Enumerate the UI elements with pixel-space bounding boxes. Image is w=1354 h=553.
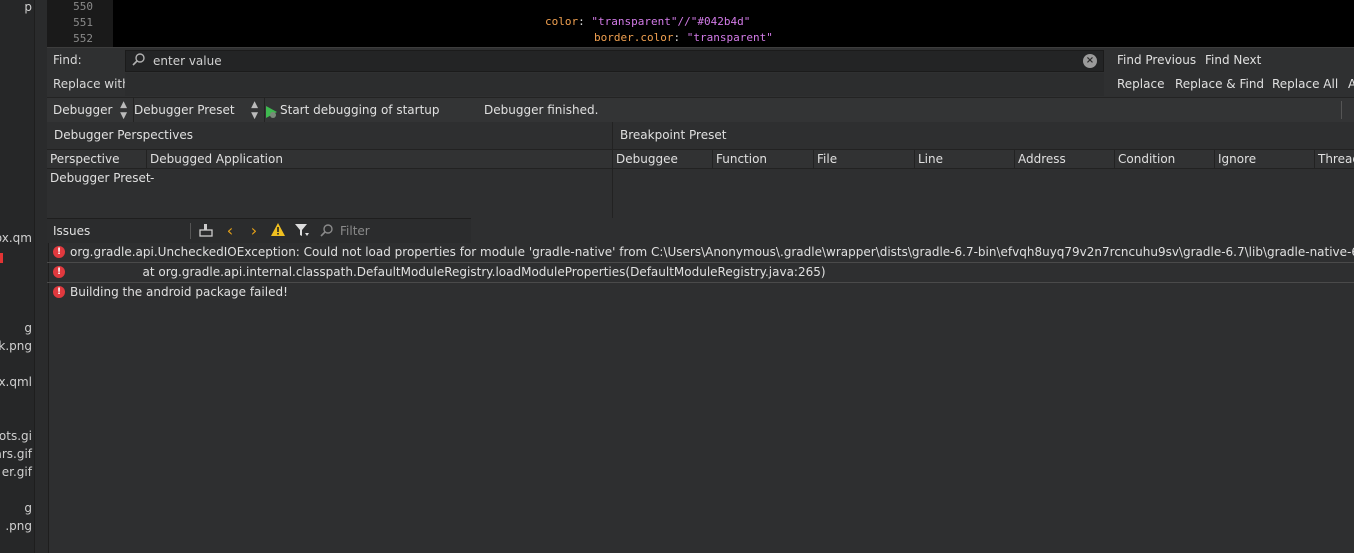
tree-item[interactable]: p xyxy=(24,0,32,14)
tree-item[interactable]: dots.gi xyxy=(0,429,32,443)
replace-all-button[interactable]: Replace All xyxy=(1272,77,1338,91)
issue-text: org.gradle.api.UncheckedIOException: Cou… xyxy=(70,245,1354,259)
tree-item[interactable]: g xyxy=(24,501,32,515)
issues-toolbar: Issues ‹ › Filter xyxy=(47,218,471,243)
issue-text: at org.gradle.api.internal.classpath.Def… xyxy=(70,265,826,279)
combo-value: Debugger xyxy=(53,103,113,117)
replace-find-button[interactable]: Replace & Find xyxy=(1175,77,1264,91)
updown-arrows-icon: ▲ ▼ xyxy=(251,100,258,121)
column-header[interactable]: Debuggee xyxy=(613,150,713,168)
column-header[interactable]: Debugged Application xyxy=(147,150,612,168)
issue-row[interactable]: ! Building the android package failed! xyxy=(47,283,1354,302)
replace-input[interactable] xyxy=(125,73,1104,96)
column-header[interactable]: Line xyxy=(915,150,1015,168)
column-header[interactable]: Thread xyxy=(1315,150,1354,168)
issue-row[interactable]: ! at org.gradle.api.internal.classpath.D… xyxy=(47,263,1354,283)
issue-text: Building the android package failed! xyxy=(70,285,288,299)
clear-icon[interactable]: × xyxy=(1083,54,1097,68)
column-header[interactable]: Condition xyxy=(1115,150,1215,168)
search-icon xyxy=(320,223,334,240)
issue-row[interactable]: ! org.gradle.api.UncheckedIOException: C… xyxy=(47,243,1354,263)
start-debugging-button[interactable]: Start debugging of startup project xyxy=(265,98,470,141)
debugger-perspectives-pane: Debugger Perspectives Perspective Debugg… xyxy=(47,122,613,218)
code-string: "transparent" xyxy=(686,31,773,44)
column-header[interactable]: File xyxy=(814,150,915,168)
column-header[interactable]: Ignore xyxy=(1215,150,1315,168)
column-header[interactable]: Perspective xyxy=(47,150,147,168)
line-number: 551 xyxy=(73,16,93,29)
tree-item[interactable]: g xyxy=(24,321,32,335)
code-line: color: "transparent"//"#042b4d" xyxy=(545,15,751,28)
error-icon: ! xyxy=(53,246,65,258)
error-icon: ! xyxy=(53,286,65,298)
debugger-engine-combo[interactable]: Debugger ▲ ▼ xyxy=(47,98,134,122)
filter-input[interactable]: Filter xyxy=(340,219,370,243)
find-previous-button[interactable]: Find Previous xyxy=(1117,53,1196,67)
code-line: border.color: "transparent" xyxy=(594,31,773,44)
code-editor[interactable]: 550 551 552 color: "transparent"//"#042b… xyxy=(47,0,1354,47)
combo-value: Debugger Preset xyxy=(134,103,235,117)
code-property: color xyxy=(545,15,579,28)
code-comment: //"#042b4d" xyxy=(677,15,751,28)
line-number: 552 xyxy=(73,32,93,45)
breakpoint-preset-pane: Breakpoint Preset Debuggee Function File… xyxy=(613,122,1354,218)
clean-icon[interactable] xyxy=(198,223,214,239)
warning-filter-icon[interactable] xyxy=(270,223,286,239)
issues-title: Issues xyxy=(53,224,91,238)
column-header[interactable]: Address xyxy=(1015,150,1115,168)
find-next-button[interactable]: Find Next xyxy=(1205,53,1261,67)
column-header[interactable]: Function xyxy=(713,150,814,168)
line-number: 550 xyxy=(73,0,93,13)
error-marker xyxy=(0,253,3,263)
toolbar-separator xyxy=(190,223,191,239)
tree-item[interactable]: k.png xyxy=(0,339,32,353)
pane-title: Breakpoint Preset xyxy=(613,122,1354,150)
previous-icon[interactable]: ‹ xyxy=(222,223,238,239)
table-cell[interactable]: - xyxy=(147,169,154,187)
updown-arrows-icon: ▲ ▼ xyxy=(120,100,127,121)
issues-toolbar-spacer xyxy=(471,218,1354,242)
replace-label: Replace with: xyxy=(53,77,134,91)
filter-icon[interactable] xyxy=(294,223,310,239)
tree-item[interactable]: x.qml xyxy=(0,375,32,389)
line-number-gutter: 550 551 552 xyxy=(47,0,113,47)
tree-item[interactable]: er.gif xyxy=(2,465,32,479)
table-cell[interactable]: Debugger Preset xyxy=(47,169,151,187)
find-replace-bar: Find: enter value × Replace with: Find P… xyxy=(47,47,1354,98)
pane-title: Debugger Perspectives xyxy=(47,122,612,150)
find-label: Find: xyxy=(53,53,82,67)
debugger-status: Debugger finished. xyxy=(484,103,599,117)
tree-item[interactable]: .png xyxy=(5,519,32,533)
find-placeholder: enter value xyxy=(153,54,222,68)
toolbar-separator xyxy=(1341,101,1342,119)
debugger-toolbar: Debugger ▲ ▼ Debugger Preset ▲ ▼ Start deb… xyxy=(47,97,1354,141)
replace-button[interactable]: Replace xyxy=(1117,77,1164,91)
debugger-preset-combo[interactable]: Debugger Preset ▲ ▼ xyxy=(128,98,265,122)
code-string: "transparent" xyxy=(591,15,678,28)
error-icon: ! xyxy=(53,266,65,278)
project-tree[interactable]: p ox.qm g k.png x.qml dots.gi ars.gif er… xyxy=(0,0,34,553)
tree-item[interactable]: ars.gif xyxy=(0,447,32,461)
overflow-button[interactable]: A xyxy=(1348,77,1354,91)
tree-item[interactable]: ox.qm xyxy=(0,231,32,245)
code-property: border.color xyxy=(594,31,674,44)
next-icon[interactable]: › xyxy=(246,223,262,239)
find-input[interactable]: enter value × xyxy=(125,50,1104,72)
search-icon xyxy=(132,52,146,69)
